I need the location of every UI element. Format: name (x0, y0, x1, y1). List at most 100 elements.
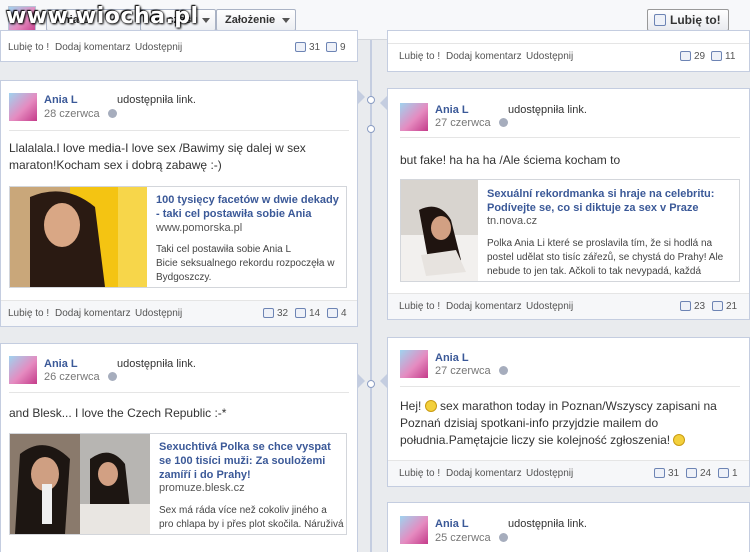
comment-count: 11 (711, 51, 735, 62)
share-count: 4 (327, 308, 347, 319)
like-count: 32 (263, 308, 288, 319)
globe-icon (107, 109, 117, 118)
timeline-pointer (380, 373, 388, 389)
author-avatar[interactable] (9, 93, 37, 121)
link-description: Polka Ania Li které se proslavila tím, ž… (487, 238, 724, 277)
comment-link[interactable]: Dodaj komentarz (446, 301, 522, 312)
author-avatar[interactable] (400, 103, 428, 131)
share-icon (327, 308, 338, 318)
smiley-icon (673, 434, 686, 446)
post-date[interactable]: 26 czerwca (44, 371, 117, 383)
like-link[interactable]: Lubię to ! (399, 51, 440, 62)
link-thumbnail-image (10, 187, 147, 287)
share-icon (718, 468, 729, 478)
link-thumbnail-image (10, 434, 150, 534)
chevron-down-icon (282, 18, 290, 23)
chevron-down-icon (202, 18, 210, 23)
post-actions-bar: Lubię to ! Dodaj komentarz Udostępnij 29… (388, 43, 749, 71)
comment-link[interactable]: Dodaj komentarz (55, 308, 131, 319)
thumbs-up-icon (654, 14, 666, 26)
like-link[interactable]: Lubię to ! (8, 308, 49, 319)
author-name[interactable]: Ania L (44, 94, 78, 106)
post-date[interactable]: 28 czerwca (44, 108, 117, 120)
post-action-text: udostępniła link. (508, 518, 587, 530)
author-avatar[interactable] (400, 516, 428, 544)
globe-icon (498, 366, 508, 375)
post-action-text: udostępniła link. (117, 94, 196, 106)
post-card: Ania L 27 czerwca Hej! sex marathon toda… (380, 337, 750, 487)
post-card: Ania L udostępniła link. 27 czerwca but … (380, 88, 750, 320)
post-text: and Blesk... I love the Czech Republic :… (9, 406, 227, 420)
globe-icon (498, 533, 508, 542)
link-preview[interactable]: 100 tysięcy facetów w dwie dekady - taki… (9, 186, 347, 288)
post-action-text: udostępniła link. (117, 358, 196, 370)
divider (400, 137, 740, 138)
founded-dropdown[interactable]: Założenie (216, 9, 296, 31)
comment-count: 24 (686, 468, 711, 479)
link-title[interactable]: 100 tysięcy facetów w dwie dekady - taki… (156, 193, 344, 221)
post-card: Ania L udostępniła link. 28 czerwca Llal… (0, 80, 365, 327)
thumbs-up-icon (263, 308, 274, 318)
share-link[interactable]: Udostępnij (526, 51, 573, 62)
founded-label: Założenie (225, 14, 276, 26)
post-card: Lubię to ! Dodaj komentarz Udostępnij 31… (0, 30, 358, 62)
post-date[interactable]: 25 czerwca (435, 532, 508, 544)
post-date[interactable]: 27 czerwca (435, 117, 508, 129)
like-page-label: Lubię to! (670, 13, 721, 27)
share-link[interactable]: Udostępnij (135, 308, 182, 319)
comment-count: 14 (295, 308, 320, 319)
link-thumbnail-image (401, 180, 478, 281)
comment-count: 21 (712, 301, 737, 312)
post-actions-bar: Lubię to ! Dodaj komentarz Udostępnij 31… (1, 35, 357, 61)
post-action-text: udostępniła link. (508, 104, 587, 116)
globe-icon (498, 118, 508, 127)
link-domain: promuze.blesk.cz (159, 482, 245, 494)
link-description: Sex má ráda více než cokoliv jiného a pr… (159, 505, 344, 530)
like-link[interactable]: Lubię to ! (399, 468, 440, 479)
timeline-pointer (357, 89, 365, 105)
author-avatar[interactable] (400, 350, 428, 378)
comment-count: 9 (326, 42, 346, 53)
author-name[interactable]: Ania L (435, 104, 469, 116)
post-text: Hej! sex marathon today in Poznan/Wszysc… (400, 399, 717, 447)
timeline-pointer (357, 373, 365, 389)
like-page-button[interactable]: Lubię to! (647, 9, 729, 31)
comment-link[interactable]: Dodaj komentarz (446, 51, 522, 62)
comment-link[interactable]: Dodaj komentarz (55, 42, 131, 53)
thumbs-up-icon (680, 301, 691, 311)
comment-icon (712, 301, 723, 311)
link-preview[interactable]: Sexuální rekordmanka si hraje na celebri… (400, 179, 740, 282)
comment-icon (295, 308, 306, 318)
post-date[interactable]: 27 czerwca (435, 365, 508, 377)
author-avatar[interactable] (9, 356, 37, 384)
link-title[interactable]: Sexuální rekordmanka si hraje na celebri… (487, 187, 737, 215)
author-name[interactable]: Ania L (435, 352, 469, 364)
link-title[interactable]: Sexuchtivá Polka se chce vyspat se 100 t… (159, 440, 344, 482)
comment-link[interactable]: Dodaj komentarz (446, 468, 522, 479)
share-link[interactable]: Udostępnij (135, 42, 182, 53)
comment-icon (686, 468, 697, 478)
timeline-pointer (380, 95, 388, 111)
post-actions-bar: Lubię to ! Dodaj komentarz Udostępnij 32… (1, 300, 357, 326)
share-link[interactable]: Udostępnij (526, 468, 573, 479)
comment-icon (326, 42, 337, 52)
author-name[interactable]: Ania L (435, 518, 469, 530)
link-preview[interactable]: Sexuchtivá Polka se chce vyspat se 100 t… (9, 433, 347, 535)
timeline-dot (367, 96, 375, 104)
divider (400, 386, 740, 387)
like-link[interactable]: Lubię to ! (399, 301, 440, 312)
author-name[interactable]: Ania L (44, 358, 78, 370)
link-description: Taki cel postawiła sobie Ania L Bicie se… (156, 244, 335, 283)
link-domain: tn.nova.cz (487, 215, 538, 227)
thumbs-up-icon (295, 42, 306, 52)
link-domain: www.pomorska.pl (156, 222, 243, 234)
like-count: 31 (295, 42, 320, 53)
like-count: 23 (680, 301, 705, 312)
like-link[interactable]: Lubię to ! (8, 42, 49, 53)
globe-icon (107, 372, 117, 381)
like-count: 31 (654, 468, 679, 479)
share-link[interactable]: Udostępnij (526, 301, 573, 312)
divider (9, 130, 349, 131)
timeline-dot (367, 380, 375, 388)
post-text: Llalalala.I love media-I love sex /Bawim… (9, 141, 306, 172)
